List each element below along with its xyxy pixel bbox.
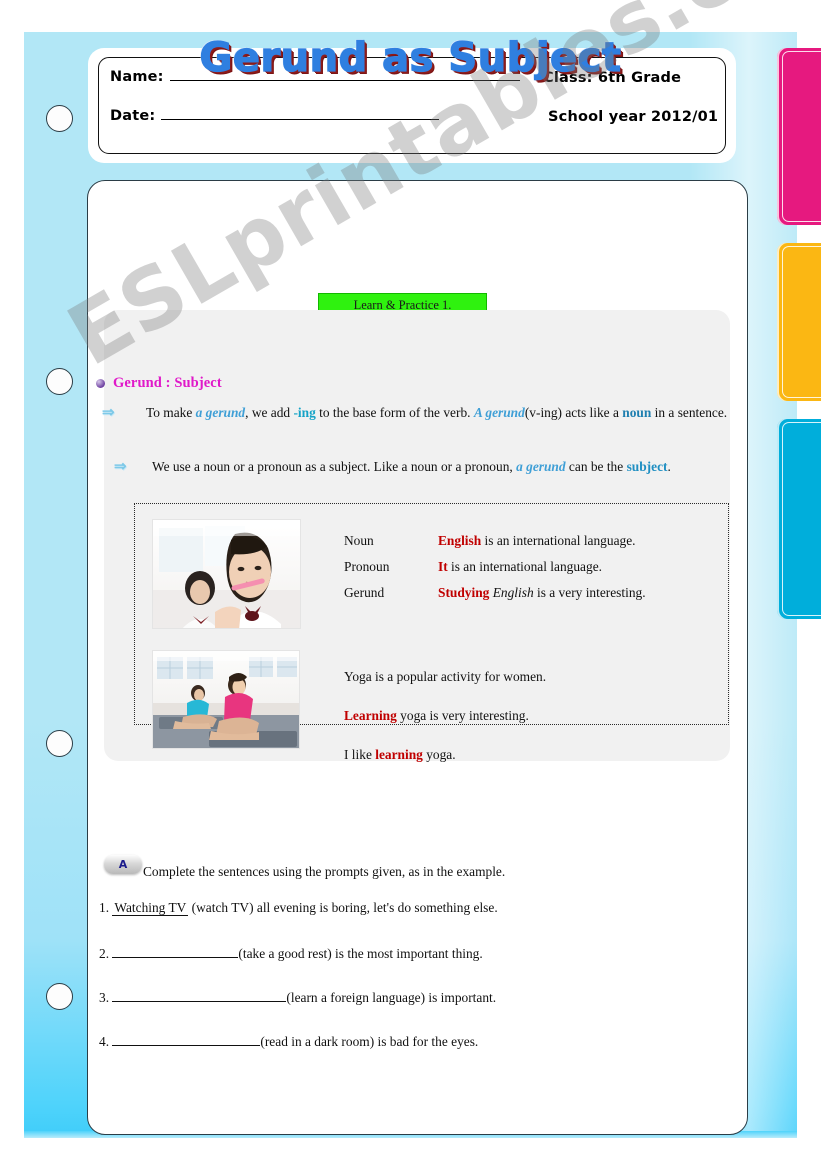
p2-part3: . [667, 459, 671, 474]
tab-cyan[interactable] [777, 419, 821, 619]
item-blank[interactable] [112, 1032, 261, 1046]
yoga-sentence: Learning yoga is very interesting. [344, 708, 546, 725]
p1-part1: To make [146, 405, 196, 420]
binder-hole-3 [46, 730, 73, 757]
item-blank[interactable] [112, 944, 239, 958]
date-input-line[interactable] [161, 106, 440, 120]
binder-hole-1 [46, 105, 73, 132]
item-prompt: (take a good rest) is the most important… [238, 946, 483, 961]
binder-hole-4 [46, 983, 73, 1010]
worksheet-page: Name: Date: Class: 6th Grade School year… [0, 0, 821, 1169]
yoga-highlight: learning [375, 746, 423, 762]
p1-em-agerund: A gerund [473, 405, 525, 420]
tab-orange[interactable] [777, 243, 821, 401]
item-prompt: (learn a foreign language) is important. [286, 990, 497, 1005]
example-row: Noun English is an international languag… [344, 533, 646, 550]
example-sentence: It is an international language. [438, 559, 602, 576]
yoga-post: yoga is very interesting. [396, 707, 529, 723]
yoga-pre: I like [344, 746, 376, 762]
lesson-paragraph-1: To make a gerund, we add -ing to the bas… [122, 402, 728, 424]
p2-part1: We use a noun or a pronoun as a subject.… [152, 459, 517, 474]
p1-part4: (v-ing) acts like a [524, 405, 623, 420]
p2-em-subject: subject [626, 459, 668, 474]
yoga-sentence: Yoga is a popular activity for women. [344, 669, 546, 686]
item-answer[interactable]: Watching TV [112, 900, 189, 916]
purple-bullet-icon [96, 379, 105, 388]
binder-hole-2 [46, 368, 73, 395]
item-prompt: (read in a dark room) is bad for the eye… [260, 1034, 479, 1049]
yoga-sentences: Yoga is a popular activity for women. Le… [344, 669, 546, 785]
item-prompt: (watch TV) all evening is boring, let's … [188, 900, 498, 915]
yoga-women-photo [152, 650, 300, 749]
example-kind: Gerund [344, 584, 385, 600]
example-rest: is an international language. [447, 558, 602, 574]
tab-cyan-inner [782, 422, 821, 616]
p1-part3: to the base form of the verb. [315, 405, 474, 420]
example-row: Gerund Studying English is a very intere… [344, 585, 646, 602]
page-title: Gerund as Subject [199, 34, 622, 81]
school-year-text: School year 2012/01 [548, 109, 719, 125]
example-sentence: Studying English is a very interesting. [438, 585, 646, 602]
example-kind: Pronoun [344, 558, 390, 574]
item-number: 2. [99, 946, 113, 961]
yoga-post: yoga. [422, 746, 456, 762]
lesson-heading: Gerund : Subject [96, 375, 222, 392]
example-highlight: Studying [438, 584, 490, 600]
example-italic: English [492, 584, 534, 600]
p1-part2: , we add [245, 405, 294, 420]
p1-em-ing: -ing [293, 405, 316, 420]
yoga-pre: Yoga is a popular activity for women. [344, 669, 547, 684]
p2-part2: can be the [565, 459, 627, 474]
exercise-item-2: 2. (take a good rest) is the most import… [99, 944, 483, 962]
example-highlight: It [438, 558, 448, 574]
lesson-heading-text: Gerund : Subject [113, 375, 222, 391]
example-rest: is a very interesting. [533, 584, 646, 600]
exercise-item-1: 1. Watching TV (watch TV) all evening is… [99, 900, 498, 916]
p1-part5: in a sentence. [651, 405, 728, 420]
item-number: 3. [99, 990, 113, 1005]
exercise-badge-a: A [104, 855, 142, 874]
example-rest: is an international language. [481, 533, 636, 548]
item-number: 4. [99, 1034, 113, 1049]
date-label: Date: [110, 108, 156, 124]
p2-em-gerund: a gerund [516, 459, 566, 474]
examples-table: Noun English is an international languag… [344, 533, 646, 610]
item-blank[interactable] [112, 988, 287, 1002]
p1-em-noun: noun [622, 405, 652, 420]
exercise-item-4: 4. (read in a dark room) is bad for the … [99, 1032, 478, 1050]
exercise-instruction: Complete the sentences using the prompts… [143, 864, 506, 879]
tab-orange-inner [782, 246, 821, 398]
exercise-item-3: 3. (learn a foreign language) is importa… [99, 988, 496, 1006]
yoga-highlight: Learning [344, 707, 397, 723]
lesson-paragraph-2: We use a noun or a pronoun as a subject.… [122, 456, 728, 478]
arrow-icon-1: ⇒ [102, 405, 115, 421]
example-kind: Noun [344, 533, 374, 548]
p1-em-gerund: a gerund [195, 405, 246, 420]
example-row: Pronoun It is an international language. [344, 559, 646, 576]
yoga-sentence: I like learning yoga. [344, 747, 546, 764]
example-highlight: English [438, 533, 482, 548]
item-number: 1. [99, 900, 113, 915]
classroom-student-photo [152, 519, 301, 629]
example-sentence: English is an international language. [438, 533, 636, 550]
